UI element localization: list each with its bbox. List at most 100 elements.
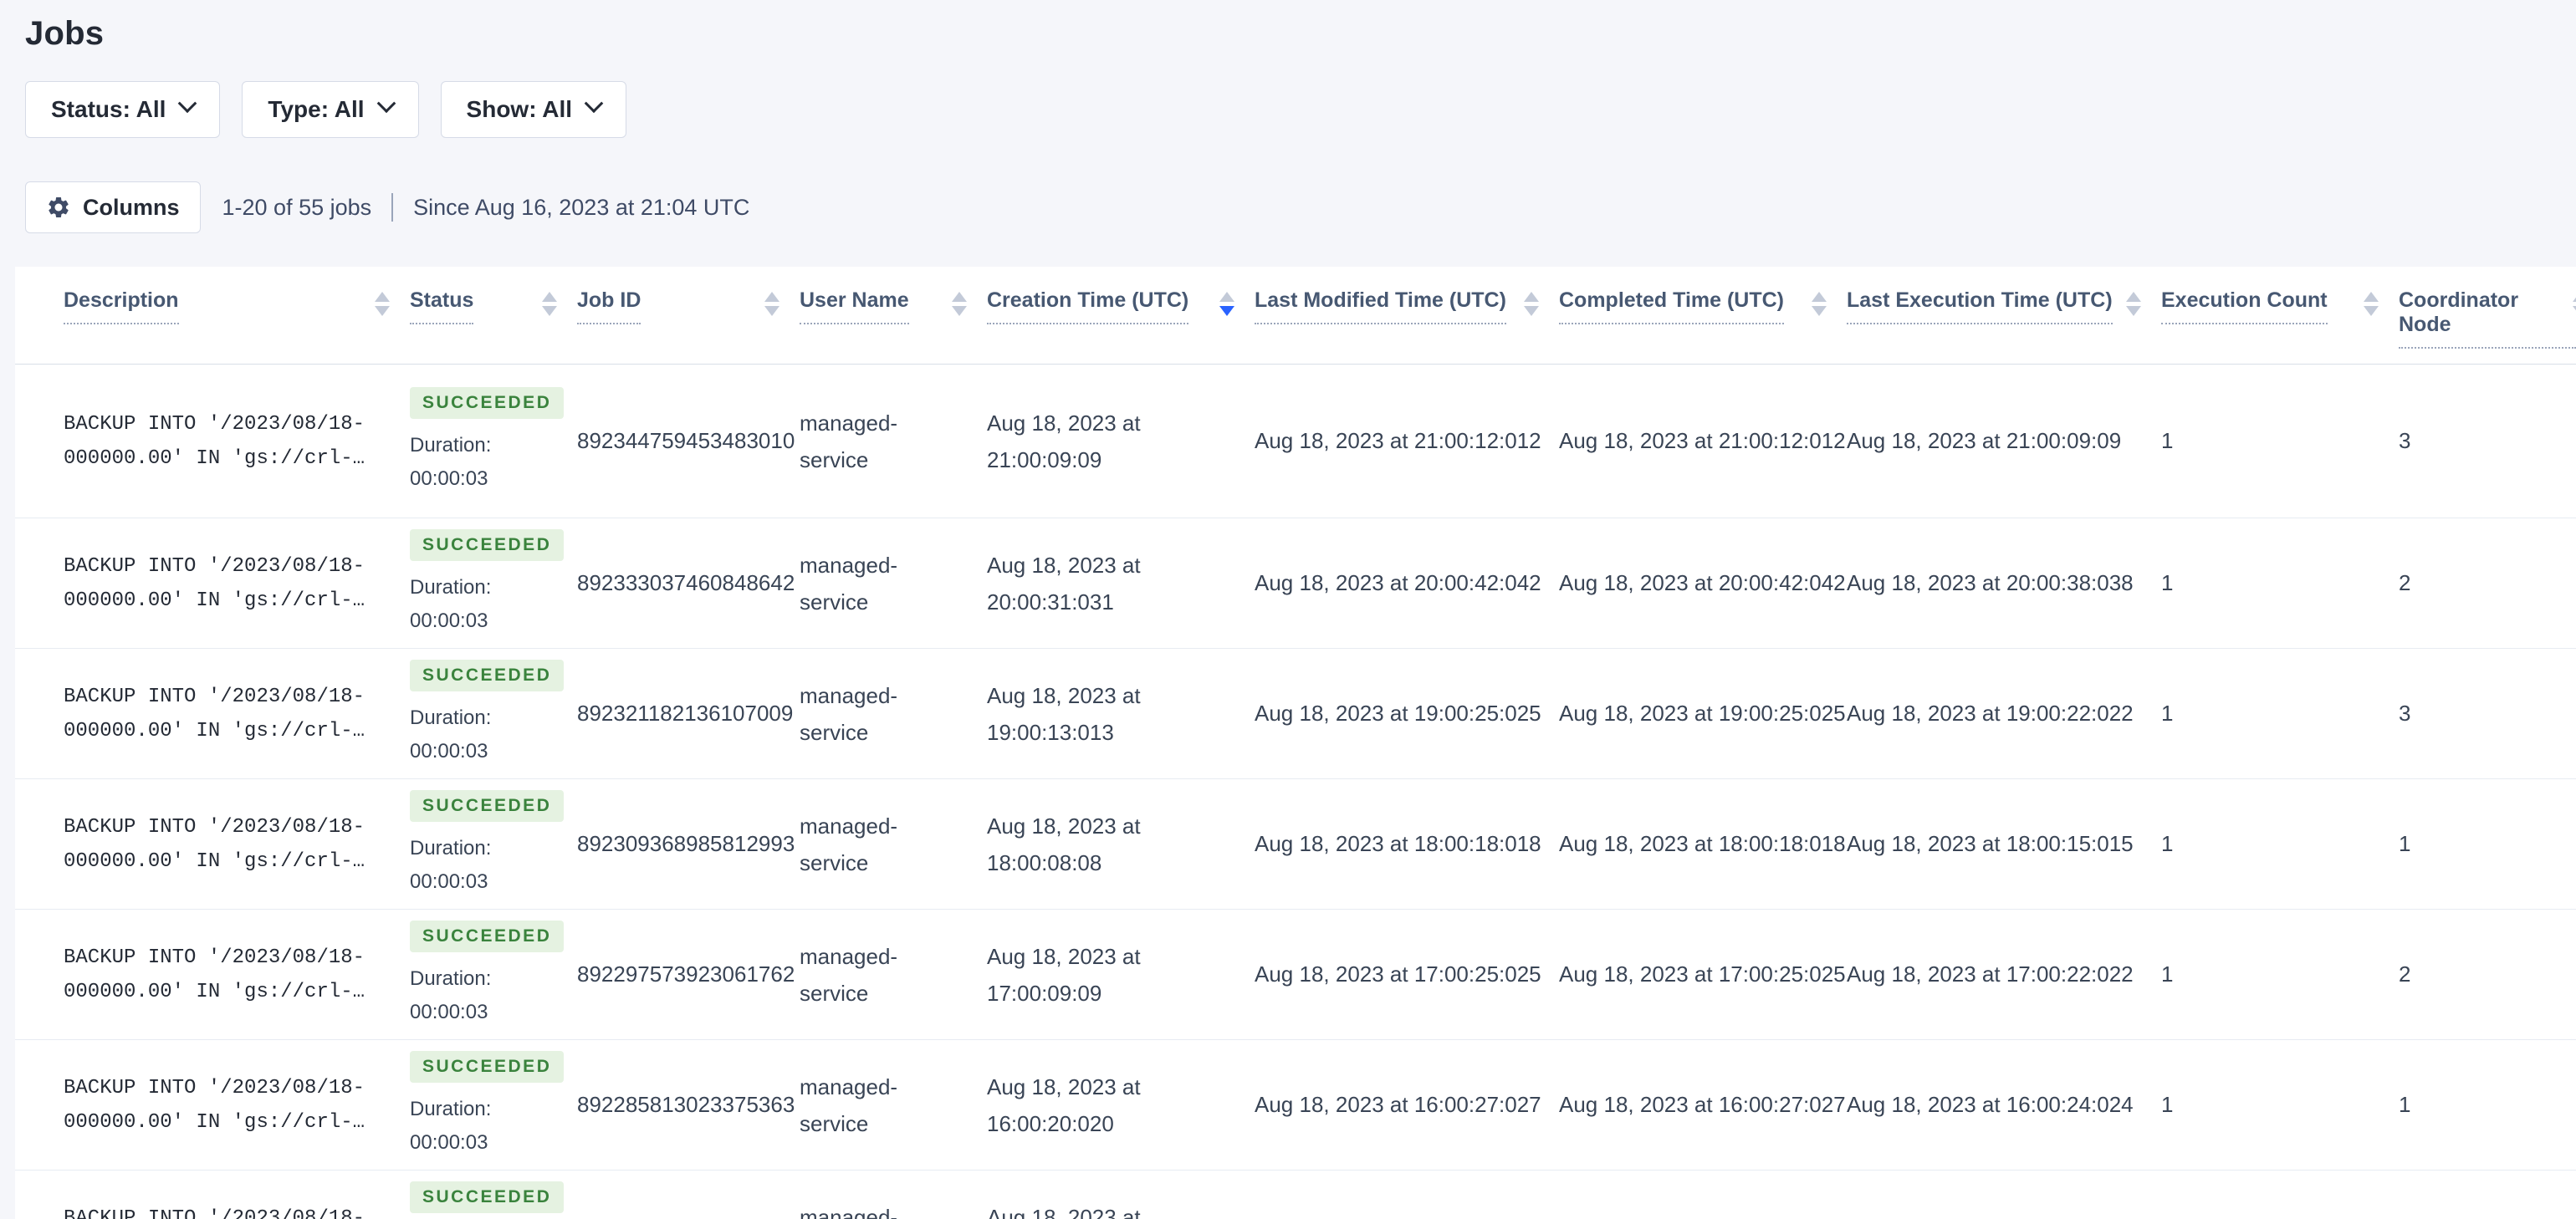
chevron-down-icon	[178, 94, 197, 114]
column-label: Status	[410, 288, 474, 324]
job-status-cell: SUCCEEDED Duration: 00:00:03	[410, 909, 577, 1040]
completed-time-cell: Aug 18, 2023 at 18:00:18:018	[1559, 778, 1847, 910]
user-name-line: service	[800, 446, 869, 472]
table-row: BACKUP INTO '/2023/08/18- 000000.00' IN …	[15, 364, 2576, 518]
completed-time-cell: Aug 18, 2023 at 20:00:42:042	[1559, 518, 1847, 649]
user-name-cell: managed- service	[800, 778, 987, 910]
column-header-last-execution-time[interactable]: Last Execution Time (UTC)	[1847, 267, 2161, 365]
completed-time-cell: Aug 18, 2023 at 19:00:25:025	[1559, 648, 1847, 779]
sort-icon	[2573, 292, 2576, 316]
table-row: BACKUP INTO '/2023/08/18- 000000.00' IN …	[15, 1039, 2576, 1171]
job-status-cell: SUCCEEDED Duration: 00:00:03	[410, 364, 577, 518]
user-name-line: managed-	[800, 682, 898, 708]
column-header-completed-time[interactable]: Completed Time (UTC)	[1559, 267, 1847, 365]
status-badge: SUCCEEDED	[410, 920, 565, 952]
creation-time-line: Aug 18, 2023 at	[987, 410, 1141, 436]
sort-icon	[2126, 292, 2141, 316]
last-execution-time-cell: Aug 18, 2023 at 16:00:24:024	[1847, 1039, 2161, 1171]
user-name-cell: managed- service	[800, 518, 987, 649]
column-header-user-name[interactable]: User Name	[800, 267, 987, 365]
table-toolbar: Columns 1-20 of 55 jobs Since Aug 16, 20…	[25, 181, 2576, 233]
table-row: BACKUP INTO '/2023/08/18- 000000.00' IN …	[15, 518, 2576, 649]
user-name-line: managed-	[800, 813, 898, 839]
filter-bar: Status: All Type: All Show: All	[25, 81, 2576, 138]
columns-button-label: Columns	[83, 194, 180, 220]
coordinator-node-cell: 3	[2399, 648, 2576, 779]
job-status-cell: SUCCEEDED Duration: 00:00:03	[410, 1039, 577, 1171]
job-id-cell: 892273953631109121	[577, 1171, 800, 1219]
creation-time-line: Aug 18, 2023 at	[987, 552, 1141, 578]
job-description-link[interactable]: BACKUP INTO '/2023/08/18- 000000.00' IN …	[15, 648, 410, 779]
coordinator-node-cell: 2	[2399, 909, 2576, 1040]
execution-count-cell: 1	[2161, 364, 2399, 518]
description-line: 000000.00' IN 'gs://crl-…	[64, 1110, 365, 1134]
job-id-cell: 892297573923061762	[577, 909, 800, 1040]
column-header-job-id[interactable]: Job ID	[577, 267, 800, 365]
job-description-link[interactable]: BACKUP INTO '/2023/08/18- 000000.00' IN …	[15, 1171, 410, 1219]
duration-label: Duration:	[410, 433, 492, 456]
show-filter-dropdown[interactable]: Show: All	[440, 81, 627, 138]
coordinator-node-cell: 1	[2399, 1039, 2576, 1171]
column-header-description[interactable]: Description	[15, 267, 410, 365]
user-name-line: managed-	[800, 1074, 898, 1099]
type-filter-label: Type: All	[268, 96, 365, 122]
last-modified-time-cell: Aug 18, 2023 at 17:00:25:025	[1255, 909, 1559, 1040]
description-line: BACKUP INTO '/2023/08/18-	[64, 412, 365, 436]
job-description-link[interactable]: BACKUP INTO '/2023/08/18- 000000.00' IN …	[15, 778, 410, 910]
status-filter-dropdown[interactable]: Status: All	[25, 81, 221, 138]
table-row: BACKUP INTO '/2023/08/18- 000000.00' IN …	[15, 1171, 2576, 1219]
since-text: Since Aug 16, 2023 at 21:04 UTC	[413, 194, 750, 220]
duration-value: 00:00:03	[410, 739, 488, 763]
duration-label: Duration:	[410, 706, 492, 729]
description-line: BACKUP INTO '/2023/08/18-	[64, 1206, 365, 1219]
toolbar-divider	[391, 193, 394, 222]
description-line: BACKUP INTO '/2023/08/18-	[64, 815, 365, 839]
columns-button[interactable]: Columns	[25, 181, 201, 233]
last-modified-time-cell: Aug 18, 2023 at 16:00:27:027	[1255, 1039, 1559, 1171]
job-description-link[interactable]: BACKUP INTO '/2023/08/18- 000000.00' IN …	[15, 364, 410, 518]
column-label: User Name	[800, 288, 909, 324]
sort-icon	[952, 292, 967, 316]
duration-label: Duration:	[410, 836, 492, 859]
duration-value: 00:00:03	[410, 609, 488, 632]
table-row: BACKUP INTO '/2023/08/18- 000000.00' IN …	[15, 648, 2576, 779]
column-header-creation-time[interactable]: Creation Time (UTC)	[987, 267, 1255, 365]
creation-time-cell: Aug 18, 2023 at 19:00:13:013	[987, 648, 1255, 779]
creation-time-cell: Aug 18, 2023 at 17:00:09:09	[987, 909, 1255, 1040]
coordinator-node-cell: 2	[2399, 518, 2576, 649]
coordinator-node-cell: 1	[2399, 778, 2576, 910]
user-name-line: service	[800, 1110, 869, 1136]
job-description-link[interactable]: BACKUP INTO '/2023/08/18- 000000.00' IN …	[15, 1039, 410, 1171]
duration-label: Duration:	[410, 967, 492, 990]
last-execution-time-cell: Aug 18, 2023 at 15:00:05:05	[1847, 1171, 2161, 1219]
job-description-link[interactable]: BACKUP INTO '/2023/08/18- 000000.00' IN …	[15, 518, 410, 649]
job-description-link[interactable]: BACKUP INTO '/2023/08/18- 000000.00' IN …	[15, 909, 410, 1040]
description-line: 000000.00' IN 'gs://crl-…	[64, 719, 365, 742]
sort-icon	[375, 292, 390, 316]
job-id-cell: 892285813023375363	[577, 1039, 800, 1171]
creation-time-line: 19:00:13:013	[987, 719, 1114, 745]
user-name-line: managed-	[800, 410, 898, 436]
last-execution-time-cell: Aug 18, 2023 at 21:00:09:09	[1847, 364, 2161, 518]
creation-time-line: Aug 18, 2023 at	[987, 1204, 1141, 1219]
type-filter-dropdown[interactable]: Type: All	[242, 81, 419, 138]
user-name-line: service	[800, 980, 869, 1006]
description-line: 000000.00' IN 'gs://crl-…	[64, 980, 365, 1003]
column-header-status[interactable]: Status	[410, 267, 577, 365]
column-header-execution-count[interactable]: Execution Count	[2161, 267, 2399, 365]
duration-label: Duration:	[410, 575, 492, 599]
user-name-cell: managed- service	[800, 1039, 987, 1171]
execution-count-cell: 1	[2161, 909, 2399, 1040]
duration-value: 00:00:03	[410, 1000, 488, 1023]
job-status-cell: SUCCEEDED Duration: 00:00:03	[410, 518, 577, 649]
column-label: Completed Time (UTC)	[1559, 288, 1784, 324]
creation-time-line: 21:00:09:09	[987, 446, 1102, 472]
status-badge: SUCCEEDED	[410, 1181, 565, 1213]
column-header-coordinator-node[interactable]: Coordinator Node	[2399, 267, 2576, 365]
job-status-cell: SUCCEEDED Duration: 00:00:03	[410, 778, 577, 910]
job-id-cell: 892344759453483010	[577, 364, 800, 518]
user-name-cell: managed- service	[800, 648, 987, 779]
column-label: Last Modified Time (UTC)	[1255, 288, 1506, 324]
description-line: BACKUP INTO '/2023/08/18-	[64, 946, 365, 969]
column-header-last-modified-time[interactable]: Last Modified Time (UTC)	[1255, 267, 1559, 365]
